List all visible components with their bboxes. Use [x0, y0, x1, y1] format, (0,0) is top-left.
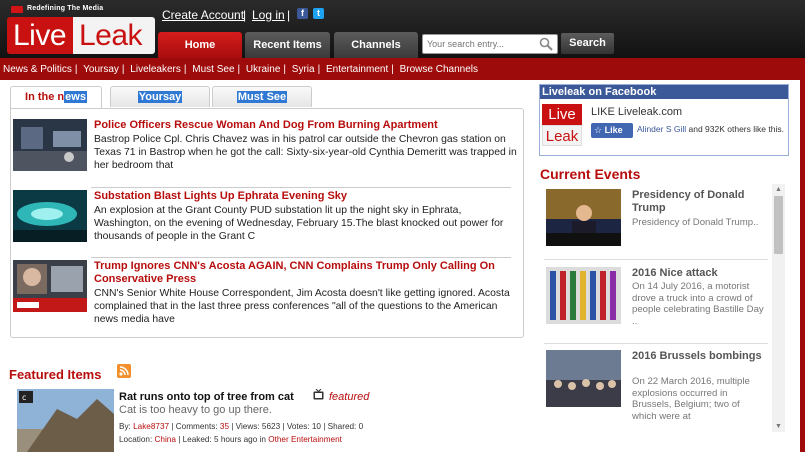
event-thumbnail[interactable] — [546, 267, 621, 324]
header-separator: | — [243, 8, 247, 22]
category-link-news-politics[interactable]: News & Politics — [3, 64, 72, 75]
event-title[interactable]: 2016 Brussels bombings — [632, 350, 766, 363]
featured-item-description: Cat is too heavy to go up there. — [119, 404, 272, 416]
divider — [91, 187, 511, 188]
login-link[interactable]: Log in — [252, 8, 285, 22]
event-title[interactable]: Presidency of Donald Trump — [632, 189, 766, 215]
category-link-browse-channels[interactable]: Browse Channels — [400, 64, 478, 75]
news-description: An explosion at the Grant County PUD sub… — [94, 205, 504, 242]
tab-in-the-news[interactable]: In the news — [10, 86, 102, 108]
divider — [91, 257, 511, 258]
scroll-down-arrow-icon[interactable]: ▼ — [774, 422, 783, 431]
search-box[interactable] — [422, 34, 558, 54]
rss-icon[interactable] — [117, 364, 131, 378]
event-description: On 22 March 2016, multiple explosions oc… — [632, 376, 750, 422]
news-thumbnail[interactable] — [13, 119, 87, 171]
category-link-liveleakers[interactable]: Liveleakers — [130, 64, 181, 75]
current-events-list: Presidency of Donald Trump Presidency of… — [540, 184, 786, 432]
featured-flag: featured — [329, 391, 370, 403]
facebook-like-title[interactable]: LIKE Liveleak.com — [591, 106, 682, 118]
search-button[interactable]: Search — [561, 33, 614, 54]
logo-word-live: Live — [7, 17, 73, 54]
category-link-yoursay[interactable]: Yoursay — [83, 64, 119, 75]
facebook-icon[interactable]: f — [297, 8, 308, 19]
facebook-like-count: Alinder S Gill and 932K others like this… — [637, 124, 784, 134]
current-event-item[interactable]: 2016 Nice attack On 14 July 2016, a moto… — [546, 267, 766, 347]
news-item[interactable]: Substation Blast Lights Up Ephrata Eveni… — [13, 190, 521, 250]
news-description: Bastrop Police Cpl. Chris Chavez was in … — [94, 134, 517, 171]
news-thumbnail[interactable] — [13, 260, 87, 312]
news-description: CNN's Senior White House Correspondent, … — [94, 288, 510, 325]
tv-icon — [11, 6, 23, 13]
news-title[interactable]: Trump Ignores CNN's Acosta AGAIN, CNN Co… — [94, 260, 519, 286]
nav-tab-home[interactable]: Home — [158, 32, 242, 58]
featured-item-location: Location: China | Leaked: 5 hours ago in… — [119, 435, 342, 444]
news-title[interactable]: Police Officers Rescue Woman And Dog Fro… — [94, 119, 519, 132]
channel-link[interactable]: Other Entertainment — [268, 435, 342, 444]
tab-must-see[interactable]: Must See — [212, 86, 312, 107]
current-event-item[interactable]: Presidency of Donald Trump Presidency of… — [546, 189, 766, 249]
header-separator: | — [287, 8, 291, 22]
search-icon[interactable] — [539, 37, 553, 51]
featured-item-stats: By: Lake8737 | Comments: 35 | Views: 562… — [119, 422, 364, 431]
news-title[interactable]: Substation Blast Lights Up Ephrata Eveni… — [94, 190, 519, 203]
tv-icon — [313, 389, 324, 400]
event-thumbnail[interactable] — [546, 350, 621, 407]
create-account-link[interactable]: Create Account — [162, 8, 244, 22]
scroll-up-arrow-icon[interactable]: ▲ — [774, 185, 783, 194]
nav-tab-recent-items[interactable]: Recent Items — [245, 32, 330, 58]
thumbs-up-icon: ☆ — [594, 125, 603, 135]
facebook-box-header: Liveleak on Facebook — [540, 85, 788, 99]
current-event-item[interactable]: 2016 Brussels bombings On 22 March 2016,… — [546, 350, 766, 430]
category-link-syria[interactable]: Syria — [292, 64, 315, 75]
news-item[interactable]: Police Officers Rescue Woman And Dog Fro… — [13, 119, 521, 179]
category-link-must-see[interactable]: Must See — [192, 64, 234, 75]
main-content: In the news Yoursay Must See Police Offi… — [0, 80, 800, 452]
site-header: Redefining The Media Live Leak Create Ac… — [0, 0, 805, 58]
search-input[interactable] — [423, 35, 535, 53]
category-link-ukraine[interactable]: Ukraine — [246, 64, 280, 75]
event-title[interactable]: 2016 Nice attack — [632, 267, 766, 280]
news-list: Police Officers Rescue Woman And Dog Fro… — [10, 108, 524, 338]
featured-items-heading: Featured Items — [9, 367, 102, 382]
category-bar: News & Politics | Yoursay | Liveleakers | M… — [3, 64, 478, 75]
liveleak-logo[interactable]: Redefining The Media Live Leak — [5, 4, 155, 54]
liveleak-facebook-logo[interactable]: Live Leak — [542, 104, 582, 146]
featured-thumbnail[interactable]: c — [17, 389, 114, 452]
news-item[interactable]: Trump Ignores CNN's Acosta AGAIN, CNN Co… — [13, 260, 521, 337]
location-link[interactable]: China — [155, 435, 176, 444]
current-events-scrollbar[interactable]: ▲ ▼ — [772, 184, 785, 432]
event-thumbnail[interactable] — [546, 189, 621, 246]
facebook-like-button[interactable]: ☆ Like — [591, 123, 633, 138]
event-description: On 14 July 2016, a motorist drove a truc… — [632, 281, 764, 327]
tab-yoursay[interactable]: Yoursay — [110, 86, 210, 107]
logo-tagline: Redefining The Media — [27, 5, 104, 12]
nav-tab-channels[interactable]: Channels — [334, 32, 418, 58]
facebook-like-box: Liveleak on Facebook Live Leak LIKE Live… — [539, 84, 789, 156]
twitter-icon[interactable]: t — [313, 8, 324, 19]
category-link-entertainment[interactable]: Entertainment — [326, 64, 388, 75]
event-description: Presidency of Donald Trump.. — [632, 217, 759, 228]
news-thumbnail[interactable] — [13, 190, 87, 242]
author-link[interactable]: Lake8737 — [133, 422, 169, 431]
featured-item-title[interactable]: Rat runs onto top of tree from cat — [119, 391, 294, 403]
scrollbar-thumb[interactable] — [774, 196, 783, 254]
svg-text:c: c — [22, 393, 26, 402]
divider — [544, 259, 768, 260]
logo-word-leak: Leak — [73, 17, 155, 54]
current-events-heading: Current Events — [540, 166, 641, 182]
divider — [544, 343, 768, 344]
